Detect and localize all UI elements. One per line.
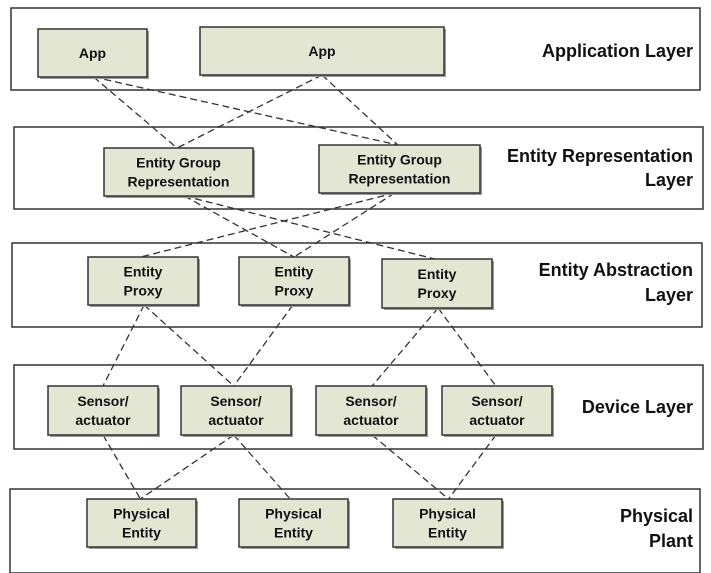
node-ep1: Entity Proxy	[87, 256, 200, 307]
node-pe3: Physical Entity	[392, 498, 504, 549]
layer-label: Layer	[645, 170, 693, 190]
node-app2: App	[199, 26, 446, 77]
node-label: Entity	[274, 525, 313, 541]
node-ep2: Entity Proxy	[238, 256, 351, 307]
node-label: Entity	[418, 266, 457, 282]
node-label: Entity	[124, 264, 163, 280]
node-sa4: Sensor/actuator	[441, 385, 554, 437]
node-label: Proxy	[124, 283, 163, 299]
node-label: Entity	[428, 525, 467, 541]
node-label: Proxy	[418, 285, 457, 301]
node-label: Entity Group	[136, 155, 221, 171]
layer-label: Layer	[645, 285, 693, 305]
node-label: Entity	[122, 525, 161, 541]
node-label: Physical	[419, 506, 476, 522]
node-app1: App	[37, 28, 149, 79]
layer-label: Device Layer	[582, 397, 693, 417]
layered-architecture-diagram: Application Layer Entity Representation La…	[9, 7, 704, 573]
layer-label: Application Layer	[542, 41, 693, 61]
node-label: actuator	[343, 412, 399, 428]
node-egr2: Entity Group Representation	[318, 144, 482, 195]
node-label: actuator	[208, 412, 264, 428]
node-label: actuator	[469, 412, 525, 428]
layer-label: Entity Abstraction	[539, 260, 693, 280]
node-label: Sensor/	[77, 393, 128, 409]
node-egr1: Entity Group Representation	[103, 147, 255, 198]
node-label: Representation	[128, 174, 230, 190]
node-label: App	[308, 43, 335, 59]
node-label: Sensor/	[210, 393, 261, 409]
node-label: Physical	[113, 506, 170, 522]
node-pe2: Physical Entity	[238, 498, 350, 549]
node-label: Entity	[275, 264, 314, 280]
node-label: Representation	[349, 171, 451, 187]
layer-label: Entity Representation	[507, 146, 693, 166]
node-sa3: Sensor/actuator	[315, 385, 428, 437]
node-label: Sensor/	[345, 393, 396, 409]
node-pe1: Physical Entity	[86, 498, 198, 549]
node-label: Proxy	[275, 283, 314, 299]
layer-label: Plant	[649, 531, 693, 551]
node-sa1: Sensor/actuator	[47, 385, 160, 437]
layer-label: Physical	[620, 506, 693, 526]
node-label: Entity Group	[357, 152, 442, 168]
node-label: Physical	[265, 506, 322, 522]
node-ep3: Entity Proxy	[381, 258, 494, 310]
node-sa2: Sensor/actuator	[180, 385, 293, 437]
node-label: Sensor/	[471, 393, 522, 409]
node-label: actuator	[75, 412, 131, 428]
node-label: App	[79, 45, 106, 61]
